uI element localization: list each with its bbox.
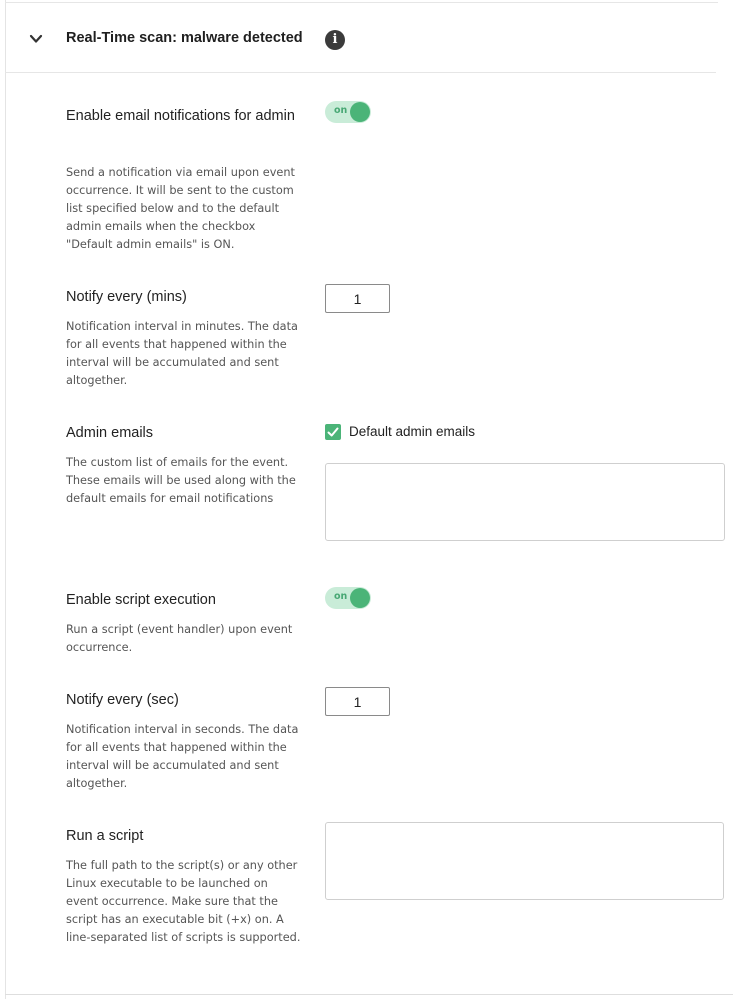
email-notifications-toggle[interactable]: on <box>325 101 371 123</box>
script-execution-description: Run a script (event handler) upon event … <box>66 623 293 654</box>
toggle-state-text: on <box>334 105 348 116</box>
script-execution-label: Enable script execution <box>66 592 216 608</box>
chevron-down-icon[interactable] <box>29 34 43 44</box>
notify-sec-description: Notification interval in seconds. The da… <box>66 723 299 790</box>
admin-emails-label: Admin emails <box>66 425 154 441</box>
notify-sec-input[interactable] <box>325 687 390 716</box>
toggle-state-text: on <box>334 591 348 602</box>
run-script-textarea[interactable] <box>325 822 724 900</box>
run-script-description: The full path to the script(s) or any ot… <box>66 859 301 944</box>
toggle-knob <box>350 102 370 122</box>
notify-sec-label: Notify every (sec) <box>66 692 179 708</box>
email-notifications-label: Enable email notifications for admin <box>66 108 295 124</box>
default-admin-emails-label: Default admin emails <box>349 424 476 439</box>
email-notifications-description: Send a notification via email upon event… <box>66 166 295 251</box>
script-execution-toggle[interactable]: on <box>325 587 371 609</box>
checkmark-icon <box>327 427 339 437</box>
top-divider <box>5 2 718 3</box>
section-title: Real-Time scan: malware detected <box>66 30 303 46</box>
notify-mins-description: Notification interval in minutes. The da… <box>66 320 298 387</box>
notify-mins-input[interactable] <box>325 284 390 313</box>
section-divider <box>5 72 716 73</box>
notify-mins-label: Notify every (mins) <box>66 289 187 305</box>
bottom-divider <box>5 994 733 995</box>
default-admin-emails-checkbox[interactable] <box>325 424 341 440</box>
toggle-knob <box>350 588 370 608</box>
info-icon[interactable]: i <box>325 30 345 50</box>
admin-emails-description: The custom list of emails for the event.… <box>66 456 296 505</box>
run-script-label: Run a script <box>66 828 144 844</box>
admin-emails-textarea[interactable] <box>325 463 725 541</box>
